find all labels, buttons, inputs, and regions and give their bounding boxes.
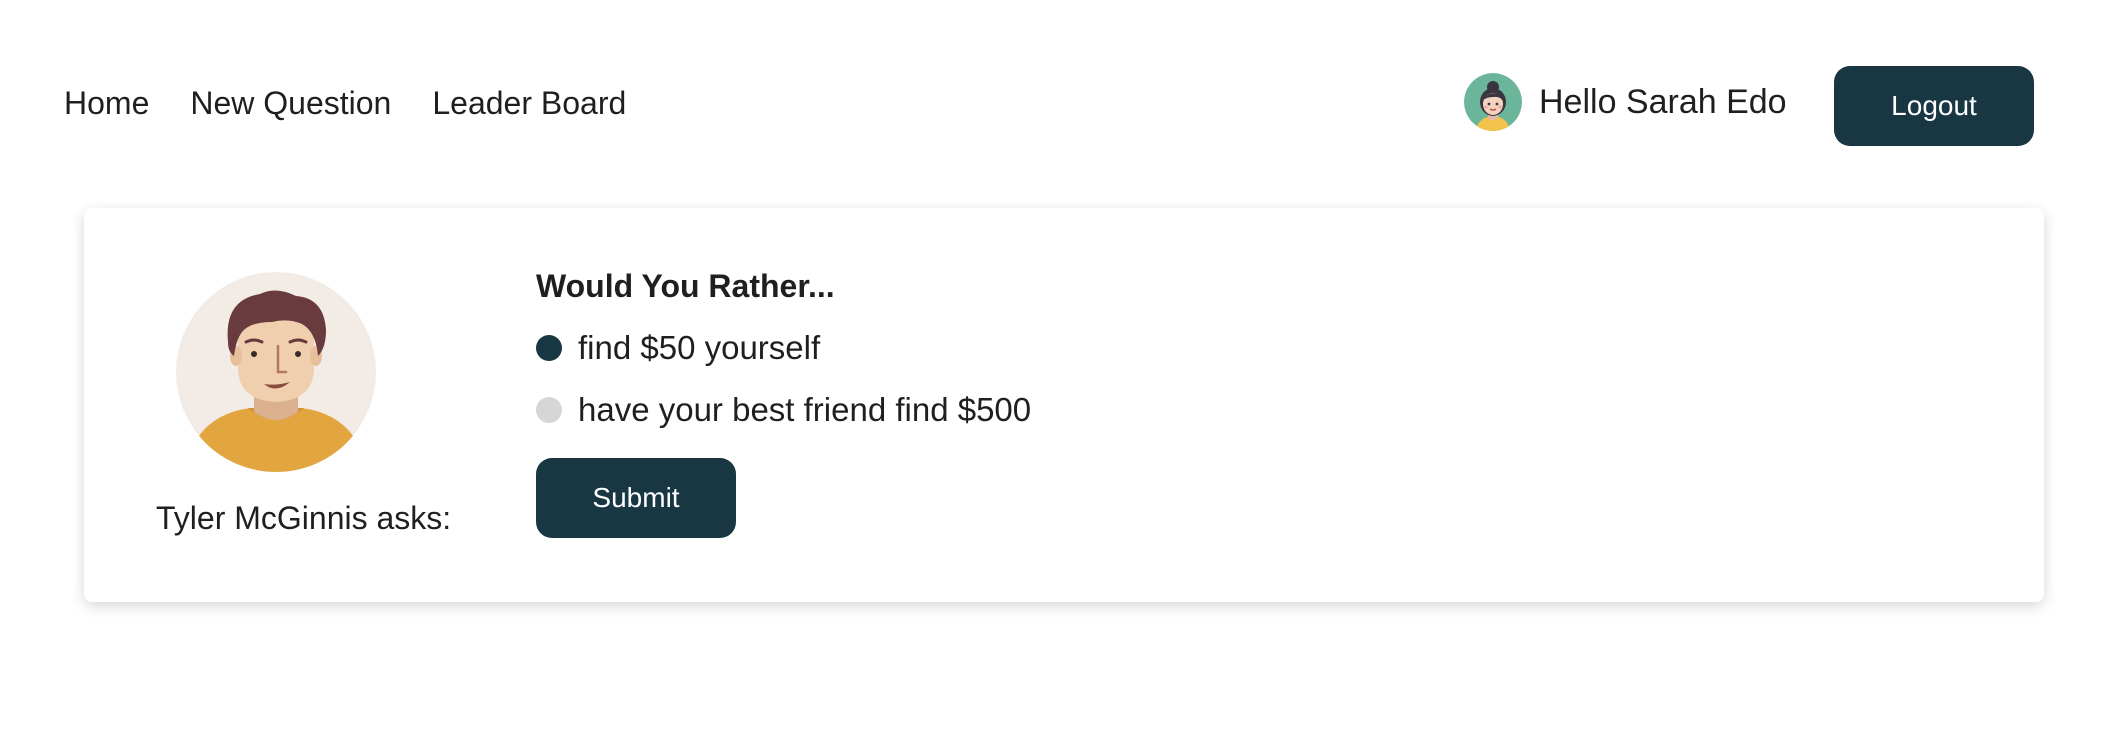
male-avatar-icon [176, 272, 376, 472]
user-info: Hello Sarah Edo [1464, 73, 1787, 131]
nav-link-new-question[interactable]: New Question [190, 83, 391, 123]
user-greeting: Hello Sarah Edo [1539, 83, 1787, 121]
option-one-label: find $50 yourself [578, 329, 821, 366]
question-title: Would You Rather... [536, 268, 835, 304]
nav-link-leader-board[interactable]: Leader Board [432, 83, 626, 123]
nav-links: Home New Question Leader Board [64, 83, 626, 123]
nav-link-home[interactable]: Home [64, 83, 149, 123]
top-nav: Home New Question Leader Board Hello Sar… [0, 0, 2118, 210]
radio-unselected-icon[interactable] [536, 397, 562, 423]
radio-selected-icon[interactable] [536, 335, 562, 361]
option-two-label: have your best friend find $500 [578, 391, 1032, 428]
logout-button[interactable]: Logout [1834, 66, 2034, 146]
submit-button[interactable]: Submit [536, 458, 736, 538]
option-two[interactable]: have your best friend find $500 [536, 390, 1031, 430]
female-avatar-icon [1464, 73, 1522, 131]
option-one[interactable]: find $50 yourself [536, 328, 820, 368]
question-card: Tyler McGinnis asks: Would You Rather...… [84, 208, 2044, 602]
asker-label: Tyler McGinnis asks: [156, 500, 452, 536]
